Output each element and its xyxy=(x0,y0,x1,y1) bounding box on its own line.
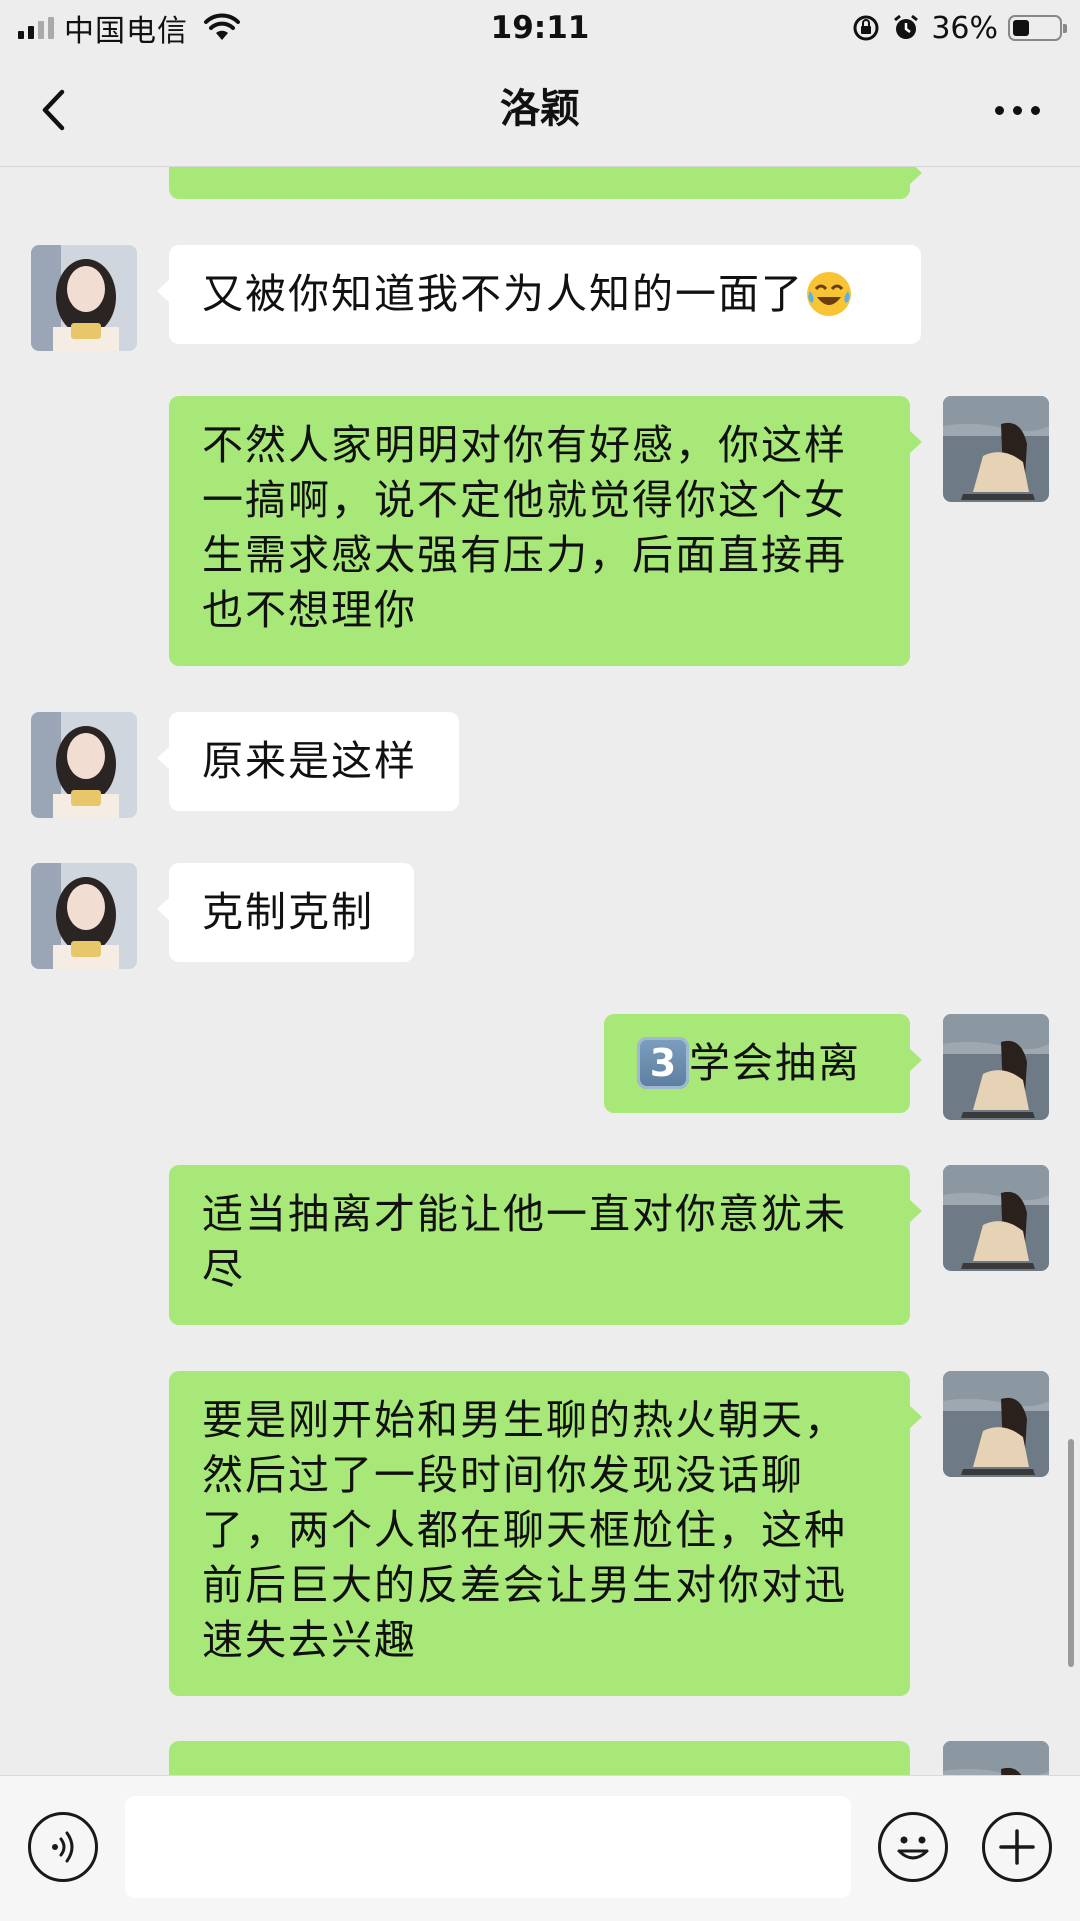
user-avatar[interactable] xyxy=(943,396,1049,502)
message-input[interactable] xyxy=(125,1796,851,1898)
message-bubble[interactable]: 3 学会抽离 xyxy=(604,1014,922,1113)
contact-avatar[interactable] xyxy=(31,863,137,969)
user-avatar[interactable] xyxy=(943,1165,1049,1271)
message-bubble[interactable]: 要是刚开始和男生聊的热火朝天，然后过了一段时间你发现没话聊了，两个人都在聊天框尬… xyxy=(169,1371,922,1696)
keycap-3-icon: 3 xyxy=(637,1037,689,1089)
user-avatar[interactable] xyxy=(943,1014,1049,1120)
contact-avatar[interactable] xyxy=(31,712,137,818)
message-bubble[interactable] xyxy=(169,1741,910,1775)
status-right: 36% xyxy=(851,8,1067,48)
plus-icon[interactable] xyxy=(982,1812,1052,1882)
crying-laughing-emoji-icon xyxy=(807,272,851,316)
message-bubble[interactable] xyxy=(169,167,922,199)
contact-avatar[interactable] xyxy=(31,245,137,351)
chat-title: 洛颖 xyxy=(500,86,580,132)
status-bar: 中国电信 19:11 36% xyxy=(0,0,1080,54)
chat-header: 洛颖 xyxy=(0,54,1080,167)
message-list[interactable]: 又被你知道我不为人知的一面了 不然人家明明对你有好感，你这样一搞啊，说不定他就觉… xyxy=(0,167,1080,1775)
more-dots-icon[interactable] xyxy=(982,80,1052,140)
message-bubble[interactable]: 又被你知道我不为人知的一面了 xyxy=(157,245,921,344)
emoji-icon[interactable] xyxy=(878,1812,948,1882)
user-avatar[interactable] xyxy=(943,1371,1049,1477)
battery-percent: 36% xyxy=(931,10,998,46)
voice-icon[interactable] xyxy=(28,1812,98,1882)
message-bubble[interactable]: 适当抽离才能让他一直对你意犹未尽 xyxy=(169,1165,922,1325)
input-bar xyxy=(0,1775,1080,1921)
alarm-icon xyxy=(894,14,919,39)
battery-icon xyxy=(1008,15,1067,41)
rotation-lock-icon xyxy=(853,15,879,41)
message-bubble[interactable]: 不然人家明明对你有好感，你这样一搞啊，说不定他就觉得你这个女生需求感太强有压力，… xyxy=(169,396,922,666)
user-avatar[interactable] xyxy=(943,1741,1049,1775)
message-bubble[interactable]: 原来是这样 xyxy=(157,712,459,811)
scrollbar[interactable] xyxy=(1068,1439,1074,1667)
message-bubble[interactable]: 克制克制 xyxy=(157,863,414,962)
